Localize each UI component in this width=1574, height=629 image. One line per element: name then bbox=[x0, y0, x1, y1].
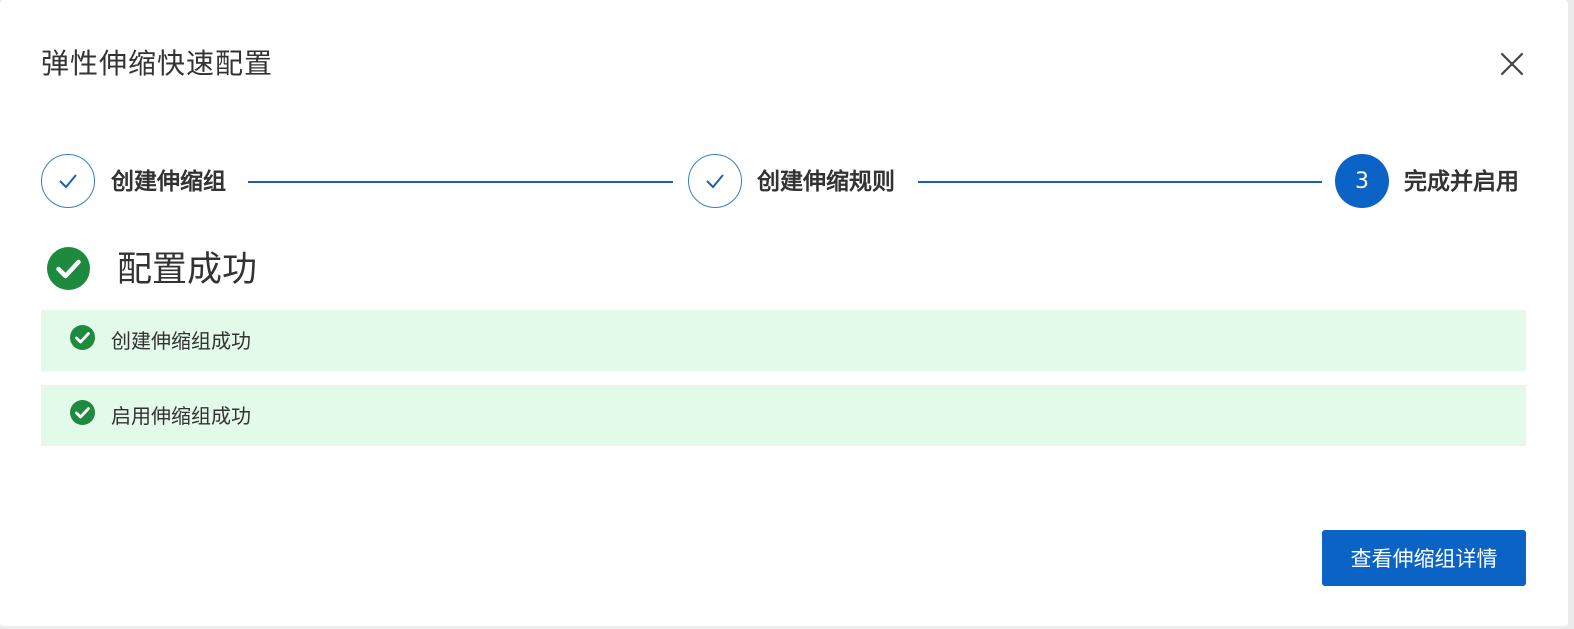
check-icon bbox=[706, 174, 724, 189]
step-1-label: 创建伸缩组 bbox=[111, 169, 226, 195]
result-item-text: 创建伸缩组成功 bbox=[111, 329, 251, 353]
step-2-indicator bbox=[688, 154, 742, 208]
close-button[interactable] bbox=[1494, 46, 1530, 82]
step-connector-2 bbox=[918, 181, 1322, 183]
quick-config-dialog: 弹性伸缩快速配置 创建伸缩组 创建伸缩规则 3 完成并启用 配置成功 创建伸缩组… bbox=[0, 0, 1568, 626]
close-icon bbox=[1500, 52, 1524, 76]
result-item-create: 创建伸缩组成功 bbox=[41, 310, 1526, 371]
step-1-indicator bbox=[41, 154, 95, 208]
result-item-enable: 启用伸缩组成功 bbox=[41, 385, 1526, 446]
check-icon bbox=[59, 174, 77, 189]
success-check-icon bbox=[47, 247, 90, 290]
step-3-label: 完成并启用 bbox=[1404, 169, 1519, 195]
result-title: 配置成功 bbox=[117, 250, 258, 290]
view-scaling-group-details-button[interactable]: 查看伸缩组详情 bbox=[1322, 530, 1526, 586]
success-check-icon bbox=[70, 325, 95, 350]
dialog-title: 弹性伸缩快速配置 bbox=[41, 47, 274, 80]
result-item-text: 启用伸缩组成功 bbox=[111, 404, 251, 428]
success-check-icon bbox=[70, 400, 95, 425]
step-connector-1 bbox=[248, 181, 673, 183]
step-3-indicator: 3 bbox=[1335, 154, 1389, 208]
step-2-label: 创建伸缩规则 bbox=[757, 169, 895, 195]
